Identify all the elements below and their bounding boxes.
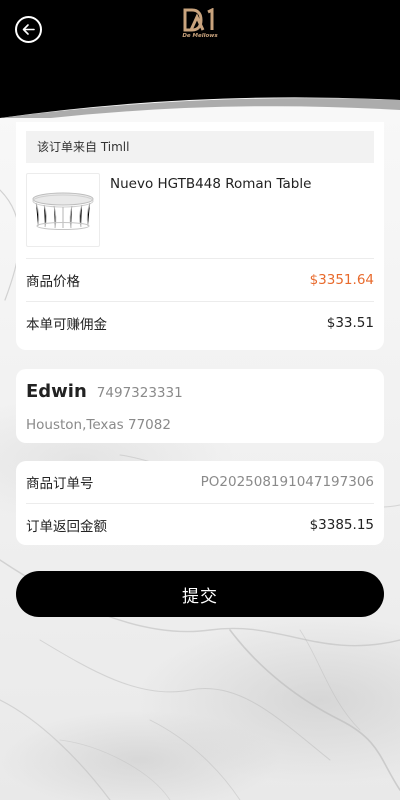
app-header: De Mellows — [0, 0, 400, 118]
logo-text: De Mellows — [182, 33, 218, 39]
commission-value: $33.51 — [326, 314, 374, 331]
commission-row: 本单可赚佣金 $33.51 — [26, 301, 374, 343]
brand-logo: De Mellows — [178, 8, 222, 44]
submit-button[interactable]: 提交 — [16, 571, 384, 617]
recipient-info: Edwin 7497323331 — [26, 381, 183, 402]
product-name: Nuevo HGTB448 Roman Table — [110, 176, 312, 192]
shipping-address-card[interactable]: Edwin 7497323331 Houston,Texas 77082 — [16, 369, 384, 443]
back-button[interactable] — [15, 16, 42, 43]
order-number-label: 商品订单号 — [26, 476, 94, 492]
back-arrow-icon — [22, 24, 35, 35]
price-label: 商品价格 — [26, 273, 80, 290]
price-row: 商品价格 $3351.64 — [26, 258, 374, 300]
refund-amount-label: 订单返回金额 — [26, 518, 107, 535]
order-product-card: 该订单来自 Timll Nuevo HGTB448 Roman Table 商品… — [16, 122, 384, 350]
order-number-row: 商品订单号 PO202508191047197306 — [26, 461, 374, 503]
commission-label: 本单可赚佣金 — [26, 316, 107, 333]
order-source-label: 该订单来自 Timll — [26, 131, 374, 163]
order-number-value: PO202508191047197306 — [200, 474, 374, 490]
table-product-image — [32, 192, 94, 230]
order-info-card: 商品订单号 PO202508191047197306 订单返回金额 $3385.… — [16, 461, 384, 545]
refund-amount-value: $3385.15 — [309, 516, 374, 533]
product-thumbnail[interactable] — [26, 173, 100, 247]
logo-monogram-icon — [183, 8, 214, 32]
recipient-name: Edwin — [26, 381, 87, 402]
recipient-address: Houston,Texas 77082 — [26, 417, 171, 433]
refund-amount-row: 订单返回金额 $3385.15 — [26, 503, 374, 545]
recipient-phone: 7497323331 — [96, 385, 183, 401]
price-value: $3351.64 — [309, 271, 374, 288]
